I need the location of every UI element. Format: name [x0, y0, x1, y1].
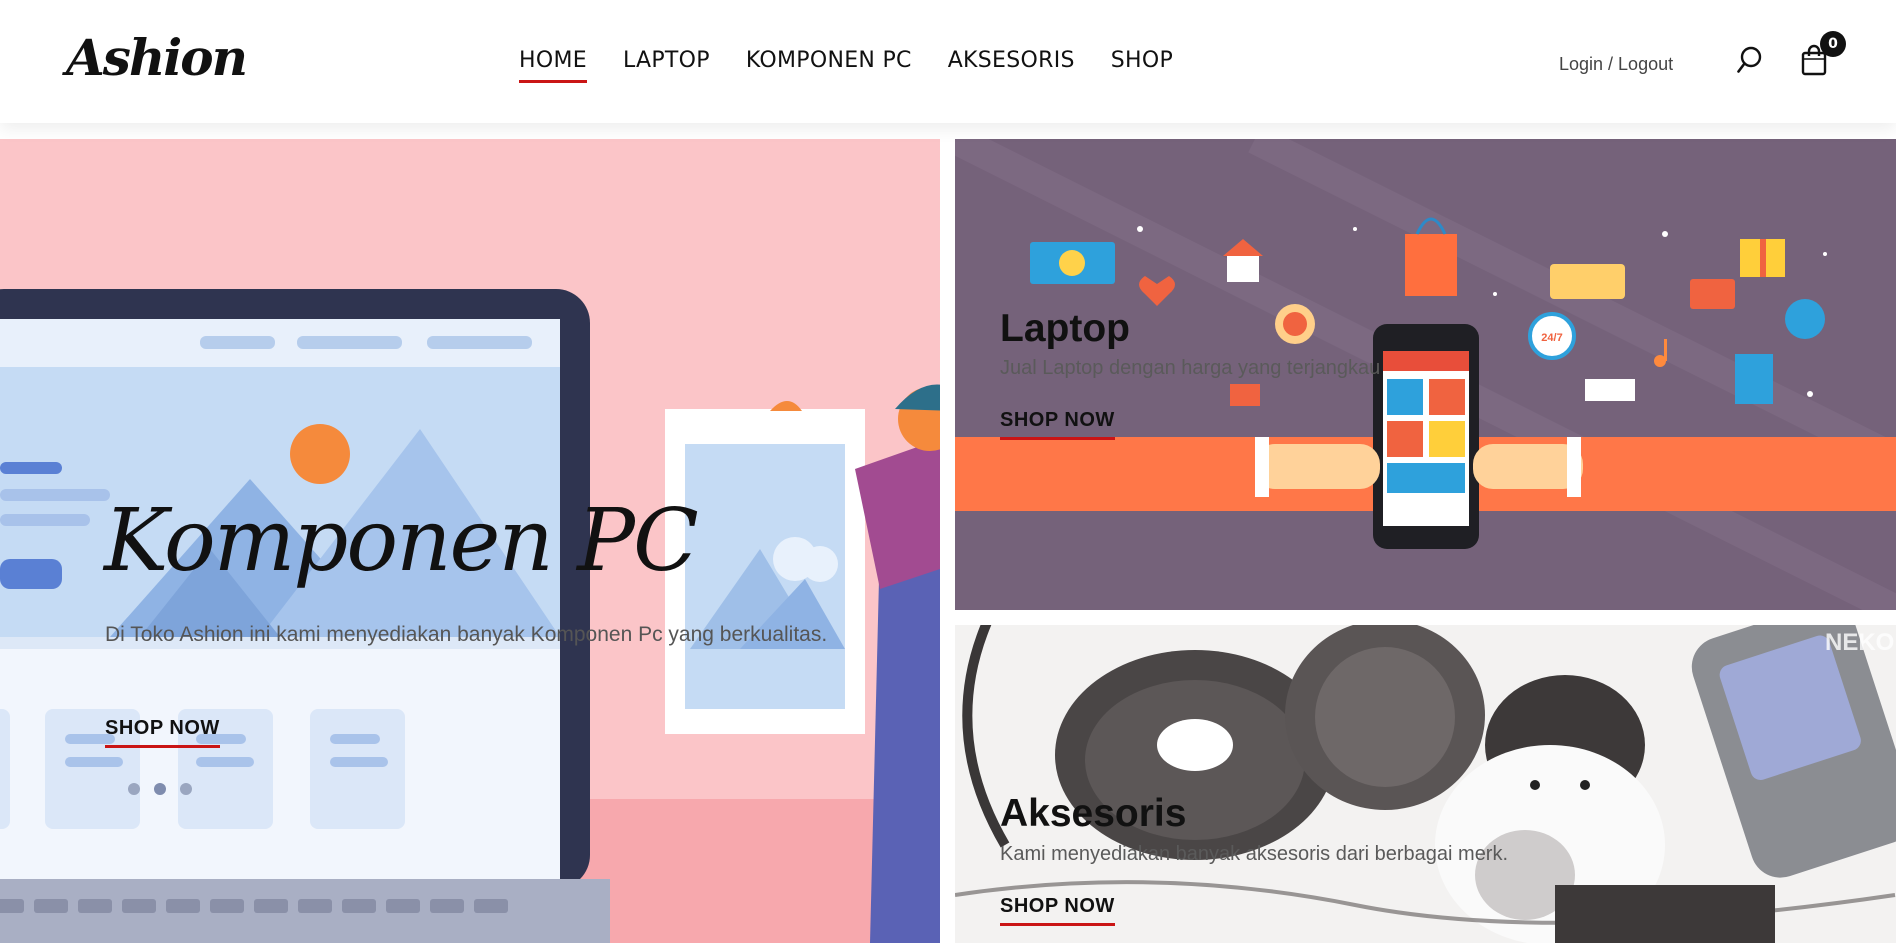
shop-now-button-komponen[interactable]: SHOP NOW	[105, 717, 220, 748]
nav-item-shop[interactable]: SHOP	[1111, 48, 1173, 79]
clock-247-label: 24/7	[1541, 332, 1562, 344]
logo[interactable]: Ashion	[66, 28, 248, 87]
main-nav: HOME LAPTOP KOMPONEN PC AKSESORIS SHOP	[519, 48, 1173, 83]
slider-dots	[128, 783, 192, 795]
nav-item-aksesoris[interactable]: AKSESORIS	[948, 48, 1075, 79]
site-header: Ashion HOME LAPTOP KOMPONEN PC AKSESORIS…	[0, 0, 1896, 123]
slider-dot[interactable]	[154, 783, 166, 795]
aksesoris-description: Kami menyediakan banyak aksesoris dari b…	[1000, 843, 1509, 865]
nav-item-home[interactable]: HOME	[519, 48, 587, 83]
nav-item-laptop[interactable]: LAPTOP	[623, 48, 710, 79]
laptop-description: Jual Laptop dengan harga yang terjangkau	[1000, 357, 1381, 379]
laptop-title: Laptop	[1000, 307, 1130, 350]
hero-title: Komponen PC	[104, 491, 699, 591]
slider-dot[interactable]	[180, 783, 192, 795]
aksesoris-title: Aksesoris	[1000, 792, 1187, 835]
hero-description: Di Toko Ashion ini kami menyediakan bany…	[105, 623, 828, 646]
slider-dot[interactable]	[128, 783, 140, 795]
nav-item-komponen-pc[interactable]: KOMPONEN PC	[746, 48, 912, 79]
shop-now-button-aksesoris[interactable]: SHOP NOW	[1000, 895, 1115, 926]
cart-count-badge: 0	[1820, 31, 1846, 57]
search-icon[interactable]	[1737, 46, 1763, 74]
neko-watermark: NEKO	[1825, 629, 1894, 656]
banner-aksesoris: NEKO Aksesoris Kami menyediakan banyak a…	[955, 625, 1896, 943]
login-logout-link[interactable]: Login / Logout	[1559, 54, 1673, 75]
banner-laptop: 24/7 Laptop Jual Laptop dengan harga yan…	[955, 139, 1896, 610]
hero-banner-komponen-pc: Komponen PC Di Toko Ashion ini kami meny…	[0, 139, 940, 943]
shop-now-button-laptop[interactable]: SHOP NOW	[1000, 409, 1115, 440]
